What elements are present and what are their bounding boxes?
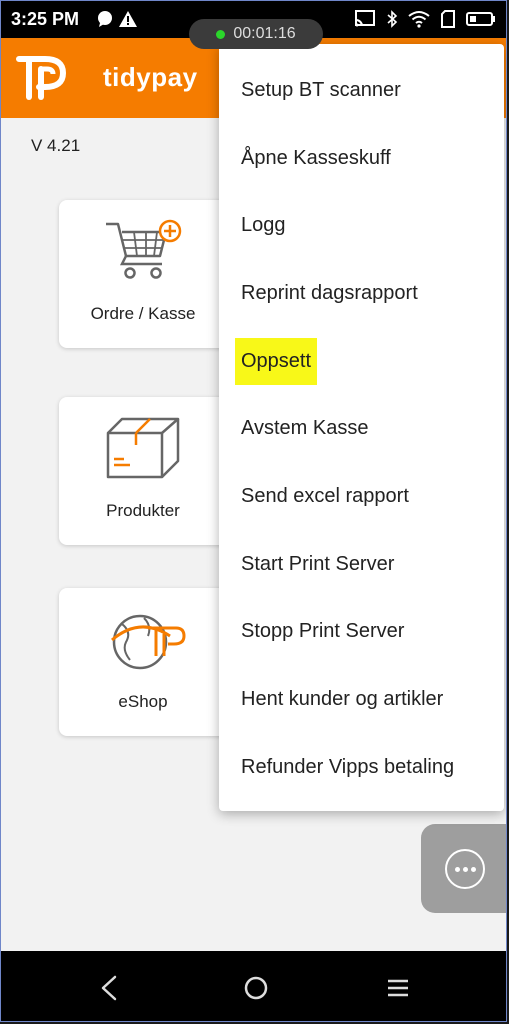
menu-item-hent-kunder-og-artikler[interactable]: Hent kunder og artikler bbox=[241, 688, 443, 711]
card-eshop[interactable]: eShop bbox=[59, 588, 239, 736]
cart-icon bbox=[104, 218, 188, 286]
menu-item-send-excel-rapport[interactable]: Send excel rapport bbox=[241, 485, 409, 508]
recents-icon[interactable] bbox=[381, 971, 415, 1005]
globe-icon bbox=[104, 606, 188, 674]
card-label: Produkter bbox=[106, 501, 180, 520]
system-nav-bar bbox=[1, 951, 506, 1021]
menu-item-setup-bt-scanner[interactable]: Setup BT scanner bbox=[241, 79, 401, 102]
cast-icon bbox=[354, 10, 376, 33]
box-icon bbox=[104, 415, 188, 483]
chat-bubble-icon bbox=[96, 10, 114, 33]
menu-item-oppsett[interactable]: Oppsett bbox=[235, 338, 318, 385]
wifi-icon bbox=[408, 10, 430, 33]
sim-icon bbox=[440, 10, 456, 33]
menu-item-start-print-server[interactable]: Start Print Server bbox=[241, 553, 394, 576]
card-produkter[interactable]: Produkter bbox=[59, 397, 239, 545]
menu-item-apne-kasseskuff[interactable]: Åpne Kasseskuff bbox=[241, 147, 391, 170]
bluetooth-icon bbox=[386, 10, 398, 33]
menu-item-stopp-print-server[interactable]: Stopp Print Server bbox=[241, 620, 404, 643]
card-ordre-kasse[interactable]: Ordre / Kasse bbox=[59, 200, 239, 348]
card-label: eShop bbox=[118, 692, 168, 711]
recording-timer: 00:01:16 bbox=[233, 25, 296, 42]
battery-icon bbox=[466, 11, 496, 32]
menu-item-logg[interactable]: Logg bbox=[241, 214, 286, 237]
home-icon[interactable] bbox=[239, 971, 273, 1005]
back-icon[interactable] bbox=[93, 971, 127, 1005]
tidypay-logo bbox=[15, 51, 71, 108]
menu-item-refunder-vipps-betaling[interactable]: Refunder Vipps betaling bbox=[241, 756, 454, 779]
floating-more-button[interactable] bbox=[421, 824, 506, 913]
card-label: Ordre / Kasse bbox=[90, 304, 196, 323]
recording-indicator: 00:01:16 bbox=[189, 19, 323, 49]
app-title: tidypay bbox=[103, 62, 198, 92]
alert-icon bbox=[118, 10, 138, 33]
phone-screen: 3:25 PM 00:01:16 tidypay V 4.21 Ordre / … bbox=[0, 0, 507, 1022]
status-time: 3:25 PM bbox=[11, 9, 80, 29]
version-label: V 4.21 bbox=[31, 136, 81, 155]
overflow-menu: Setup BT scanner Åpne Kasseskuff Logg Re… bbox=[219, 44, 504, 811]
recording-dot-icon bbox=[216, 29, 226, 39]
menu-item-avstem-kasse[interactable]: Avstem Kasse bbox=[241, 417, 368, 440]
menu-item-reprint-dagsrapport[interactable]: Reprint dagsrapport bbox=[241, 282, 418, 305]
more-dots-icon bbox=[445, 849, 485, 889]
